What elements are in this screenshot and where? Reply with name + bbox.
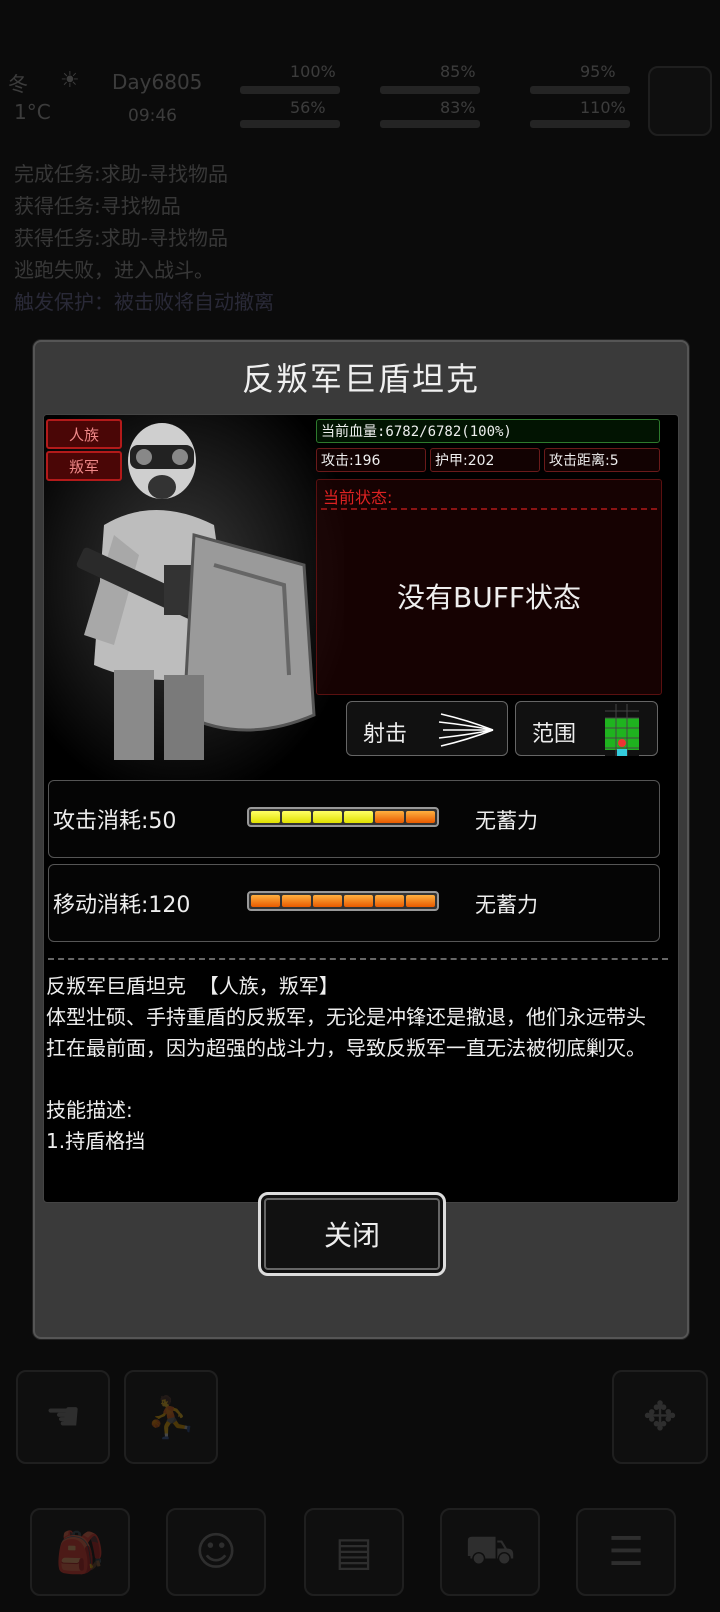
skills-button[interactable]: ☺ — [166, 1508, 266, 1596]
time-label: 09:46 — [128, 106, 177, 126]
bar-segment — [282, 811, 311, 823]
hud-stat-mood: 85% — [440, 62, 476, 81]
attack-cost-row: 攻击消耗:50 无蓄力 — [48, 780, 660, 858]
bar-segment — [344, 811, 373, 823]
season-label: 冬 — [8, 72, 28, 96]
range-grid-icon — [605, 704, 639, 756]
bar-segment — [375, 811, 404, 823]
hud-stat-water: 83% — [440, 98, 476, 117]
arrows-icon: ✥ — [643, 1394, 677, 1440]
skill-label: 范围 — [532, 722, 577, 747]
attack-cost-bar — [247, 807, 439, 827]
bar-segment — [282, 895, 311, 907]
range-stat: 攻击距离:5 — [544, 448, 660, 472]
list-icon: ☰ — [608, 1529, 644, 1575]
desc-body: 体型壮硕、手持重盾的反叛军，无论是冲锋还是撤退，他们永远带头扛在最前面，因为超强… — [46, 1005, 646, 1060]
desc-spacer — [46, 1064, 658, 1095]
race-tag: 人族 — [46, 419, 122, 449]
shoot-icon — [438, 713, 494, 747]
move-cost-label: 移动消耗:120 — [53, 893, 191, 918]
hud-stat-energy: 95% — [580, 62, 616, 81]
interact-button[interactable]: ☚ — [16, 1370, 110, 1464]
move-button[interactable]: ✥ — [612, 1370, 708, 1464]
bar-segment — [406, 895, 435, 907]
log-line: 获得任务:寻找物品 — [14, 194, 181, 218]
skill-shoot-button[interactable]: 射击 — [346, 701, 508, 756]
status-hud: 冬 ☀ 1°C Day6805 09:46 100% 56% 85% 83% 9… — [0, 58, 720, 148]
hud-bar-food — [240, 86, 340, 94]
faction-tag: 叛军 — [46, 451, 122, 481]
hand-pointer-icon: ☚ — [45, 1394, 81, 1440]
flee-button[interactable]: ⛹ — [124, 1370, 218, 1464]
desc-title: 反叛军巨盾坦克 【人族，叛军】 — [46, 974, 339, 998]
enemy-description: 反叛军巨盾坦克 【人族，叛军】 体型壮硕、手持重盾的反叛军，无论是冲锋还是撤退，… — [46, 971, 658, 1157]
bar-segment — [344, 895, 373, 907]
skill-desc-title: 技能描述: — [46, 1098, 133, 1122]
attack-stat: 攻击:196 — [316, 448, 426, 472]
hud-stat-food: 100% — [290, 62, 336, 81]
close-button[interactable]: 关闭 — [258, 1192, 446, 1276]
log-line: 触发保护：被击败将自动撤离 — [14, 290, 274, 314]
hud-bar-heart — [530, 120, 630, 128]
log-line: 逃跑失败，进入战斗。 — [14, 258, 214, 282]
status-label: 当前状态: — [323, 488, 393, 507]
bar-segment — [251, 895, 280, 907]
skill-range-button[interactable]: 范围 — [515, 701, 658, 756]
bar-segment — [313, 811, 342, 823]
attack-cost-label: 攻击消耗:50 — [53, 809, 177, 834]
log-line: 完成任务:求助-寻找物品 — [14, 162, 228, 186]
menu-button[interactable]: ☰ — [576, 1508, 676, 1596]
log-line: 获得任务:求助-寻找物品 — [14, 226, 228, 250]
hp-readout: 当前血量:6782/6782(100%) — [316, 419, 660, 443]
hud-stat-health: 56% — [290, 98, 326, 117]
dialog-title: 反叛军巨盾坦克 — [241, 360, 480, 398]
move-cost-row: 移动消耗:120 无蓄力 — [48, 864, 660, 942]
backpack-icon: 🎒 — [55, 1529, 105, 1576]
notes-button[interactable]: ▤ — [304, 1508, 404, 1596]
shop-button[interactable]: ⛟ — [440, 1508, 540, 1596]
enemy-info-dialog: 反叛军巨盾坦克 人族 叛军 当前血量:6782/6782(100%) 攻击:19… — [33, 340, 689, 1339]
bar-segment — [375, 895, 404, 907]
skill-desc-first: 1.持盾格挡 — [46, 1129, 146, 1153]
bar-segment — [406, 811, 435, 823]
hud-stat-heart: 110% — [580, 98, 626, 117]
bar-segment — [313, 895, 342, 907]
bar-segment — [251, 811, 280, 823]
temperature-label: 1°C — [14, 100, 51, 124]
cart-icon: ⛟ — [464, 1526, 516, 1573]
hud-bar-water — [380, 120, 480, 128]
no-buff-text: 没有BUFF状态 — [397, 581, 581, 614]
attack-charge-status: 无蓄力 — [475, 809, 538, 833]
status-effects-box: 当前状态: 没有BUFF状态 — [316, 479, 662, 695]
move-charge-status: 无蓄力 — [475, 893, 538, 917]
notebook-icon: ▤ — [335, 1529, 373, 1575]
head-gear-icon: ☺ — [195, 1529, 237, 1575]
day-label: Day6805 — [112, 70, 203, 94]
running-man-icon: ⛹ — [146, 1394, 196, 1441]
hud-bar-energy — [530, 86, 630, 94]
status-divider — [321, 508, 657, 510]
armor-stat: 护甲:202 — [430, 448, 540, 472]
description-divider — [48, 958, 668, 960]
skill-label: 射击 — [363, 722, 408, 747]
enemy-info-panel: 人族 叛军 当前血量:6782/6782(100%) 攻击:196 护甲:202… — [43, 414, 679, 1203]
hud-bar-mood — [380, 86, 480, 94]
hud-side-button[interactable] — [648, 66, 712, 136]
sun-icon: ☀ — [60, 68, 80, 93]
move-cost-bar — [247, 891, 439, 911]
hud-bar-health — [240, 120, 340, 128]
backpack-button[interactable]: 🎒 — [30, 1508, 130, 1596]
